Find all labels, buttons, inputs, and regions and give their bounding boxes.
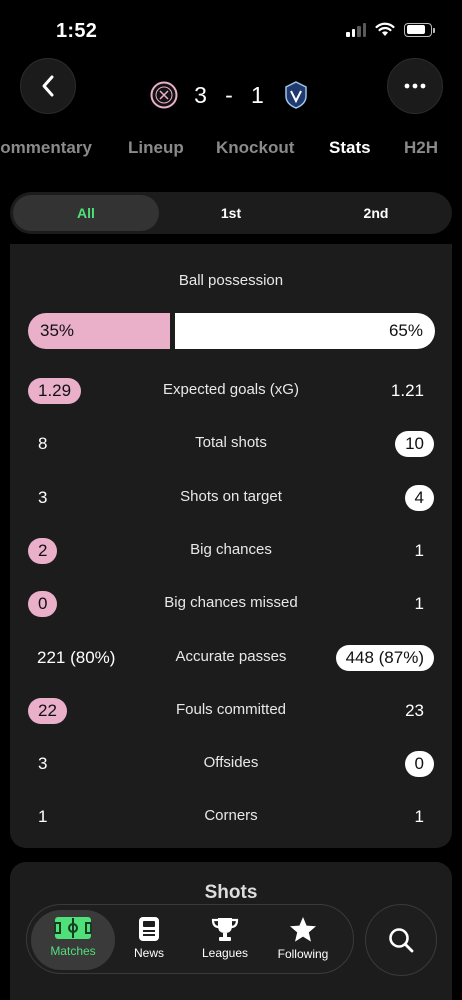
stat-label: Big chances missed [164,594,298,611]
stat-home-value: 2 [28,538,58,564]
stat-row: Offsides 3 0 [10,748,452,778]
stat-row: Corners 1 1 [10,801,452,831]
match-tabs: Commentary Lineup Knockout Stats H2H [0,138,462,164]
bottom-nav: Matches News Leagues Following [26,904,354,974]
stats-card: Ball possession 35% 65% Expected goals (… [10,244,452,848]
period-first-half[interactable]: 1st [158,195,304,231]
stat-home-value: 221 (80%) [37,648,116,667]
stat-home-value: 8 [38,434,48,453]
stat-row: Shots on target 3 4 [10,482,452,512]
shots-title: Shots [204,882,258,903]
possession-away: 65% [175,313,435,349]
stat-label: Total shots [195,434,267,451]
stat-row: Fouls committed 22 23 [10,695,452,725]
wifi-icon [375,22,395,36]
status-bar: 1:52 [0,0,462,56]
stat-away-value: 1 [414,541,424,560]
away-score: 1 [250,81,266,108]
stat-home-value: 3 [38,488,48,507]
status-icons [346,22,435,37]
nav-matches[interactable]: Matches [31,910,115,970]
tab-commentary[interactable]: Commentary [0,138,92,158]
stat-home-value: 1 [38,807,48,826]
status-time: 1:52 [56,20,98,42]
stat-away-value: 1.21 [390,381,424,400]
away-team-crest-icon[interactable] [282,81,310,109]
stat-row: Total shots 8 10 [10,428,452,458]
stat-label: Offsides [203,754,259,771]
more-button[interactable] [387,58,443,114]
tab-h2h[interactable]: H2H [404,138,438,158]
nav-label: Leagues [201,946,249,960]
home-team-crest-icon[interactable] [150,81,178,109]
stat-home-value: 22 [28,698,67,724]
back-button[interactable] [20,58,76,114]
stat-home-value: 1.29 [28,378,82,404]
period-segmented-control: All 1st 2nd [10,192,452,234]
stat-away-value: 1 [414,594,424,613]
stat-away-value: 448 (87%) [335,645,434,671]
stat-away-value: 1 [414,807,424,826]
stat-label: Shots on target [180,488,282,505]
stat-row: Expected goals (xG) 1.29 1.21 [10,375,452,405]
stat-away-value: 4 [404,485,434,511]
home-score: 3 [194,81,209,108]
stat-away-value: 23 [405,701,424,720]
nav-following[interactable]: Following [261,910,345,970]
star-icon [290,917,316,942]
more-icon [404,83,426,89]
stat-label: Corners [204,807,258,824]
cellular-signal-icon [346,22,366,37]
match-score: 3 - 1 [150,78,310,112]
nav-label: Following [277,947,329,961]
nav-label: Matches [50,944,96,958]
score-separator: - [225,81,235,108]
nav-label: News [133,946,164,960]
nav-leagues[interactable]: Leagues [183,910,267,970]
trophy-icon [211,918,239,941]
stat-label: Big chances [190,541,272,558]
pitch-icon [54,917,92,939]
stat-label: Fouls committed [175,701,287,718]
tab-stats[interactable]: Stats [329,138,371,158]
stat-row: Accurate passes 221 (80%) 448 (87%) [10,642,452,672]
period-all[interactable]: All [13,195,159,231]
battery-icon [404,22,435,37]
period-second-half[interactable]: 2nd [303,195,449,231]
possession-bar: 35% 65% [28,313,435,349]
tab-knockout[interactable]: Knockout [216,138,294,158]
search-icon [389,928,414,953]
stat-row: Big chances missed 0 1 [10,588,452,618]
stat-home-value: 3 [38,754,48,773]
search-button[interactable] [365,904,437,976]
possession-title: Ball possession [178,272,284,289]
chevron-left-icon [42,75,54,97]
stat-row: Big chances 2 1 [10,535,452,565]
stat-home-value: 0 [28,591,58,617]
tab-lineup[interactable]: Lineup [128,138,184,158]
stat-away-value: 0 [404,751,434,777]
stat-away-value: 10 [395,431,434,457]
possession-home: 35% [28,313,171,349]
nav-news[interactable]: News [107,910,191,970]
news-icon [139,917,159,941]
